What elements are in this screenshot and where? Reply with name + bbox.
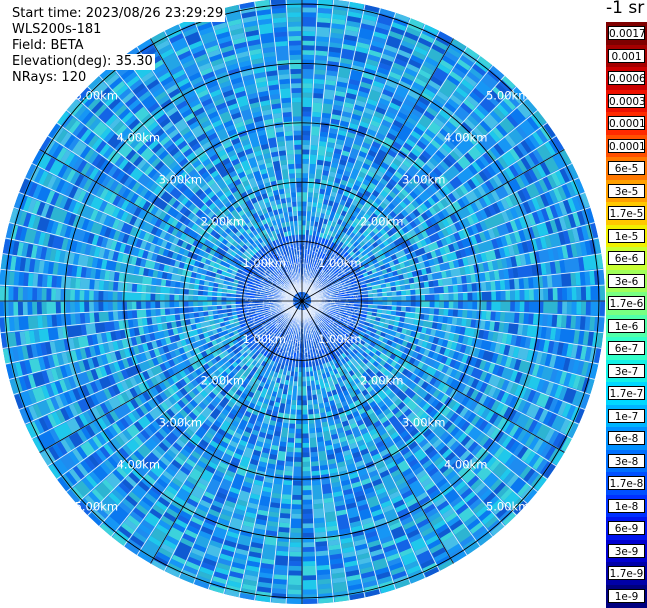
colorbar-tick-label: 1e-9	[608, 588, 645, 603]
range-ring-label: 5.00km	[486, 500, 529, 514]
colorbar-tick-label: 6e-5	[608, 161, 645, 176]
colorbar-tick-label: 1e-6	[608, 318, 645, 333]
colorbar-tick-label: 0.001	[608, 48, 645, 63]
scan-info-panel: Start time: 2023/08/26 23:29:29 WLS200s-…	[10, 6, 226, 86]
start-time-label: Start time: 2023/08/26 23:29:29	[10, 6, 226, 22]
colorbar-tick-label: 6e-7	[608, 341, 645, 356]
range-ring-label: 1.00km	[242, 332, 285, 346]
colorbar-tick-label: 3e-7	[608, 363, 645, 378]
colorbar-tick-label: 0.0003	[608, 93, 645, 108]
range-ring-label: 4.00km	[117, 130, 160, 144]
range-ring-label: 1.00km	[318, 256, 361, 270]
colorbar-tick-label: 0.0006	[608, 71, 645, 86]
range-ring-label: 4.00km	[117, 458, 160, 472]
colorbar-tick-label: 1.7e-7	[608, 386, 645, 401]
colorbar-tick-label: 1.7e-9	[608, 566, 645, 581]
colorbar-tick-label: 1.7e-6	[608, 296, 645, 311]
colorbar-tick-label: 3e-6	[608, 273, 645, 288]
range-ring-label: 5.00km	[486, 88, 529, 102]
colorbar-tick-label: 1e-5	[608, 228, 645, 243]
range-ring-label: 4.00km	[444, 130, 487, 144]
colorbar-tick-label: 3e-5	[608, 183, 645, 198]
range-ring-label: 3.00km	[402, 172, 445, 186]
colorbar-tick-label: 3e-9	[608, 543, 645, 558]
colorbar-tick-label: 0.00017	[608, 116, 645, 131]
colorbar: 0.0017 0.001 0.0006 0.0003 0.00017 0.0001 6e-5…	[606, 22, 647, 608]
range-ring-label: 3.00km	[402, 416, 445, 430]
elevation-label: Elevation(deg): 35.30	[10, 54, 155, 70]
range-ring-label: 3.00km	[159, 416, 202, 430]
range-ring-label: 2.00km	[201, 374, 244, 388]
device-label: WLS200s-181	[10, 22, 104, 38]
field-label: Field: BETA	[10, 38, 86, 54]
colorbar-tick-label: 3e-8	[608, 453, 645, 468]
colorbar-unit-label: -1 sr	[606, 0, 645, 18]
range-ring-label: 5.00km	[75, 500, 118, 514]
range-ring-label: 5.00km	[75, 88, 118, 102]
colorbar-tick-label: 1.7e-5	[608, 206, 645, 221]
colorbar-tick-label: 6e-9	[608, 521, 645, 536]
range-ring-label: 2.00km	[201, 214, 244, 228]
colorbar-tick-label: 6e-8	[608, 431, 645, 446]
colorbar-tick-label: 0.0001	[608, 138, 645, 153]
range-ring-label: 2.00km	[360, 374, 403, 388]
range-ring-label: 3.00km	[159, 172, 202, 186]
colorbar-tick-label: 1e-7	[608, 408, 645, 423]
colorbar-tick-label: 6e-6	[608, 251, 645, 266]
nrays-label: NRays: 120	[10, 70, 89, 86]
range-ring-label: 1.00km	[242, 256, 285, 270]
ppi-polar-plot[interactable]: 1.00km 1.00km 1.00km 1.00km 2.00km 2.00km 2.00…	[0, 0, 647, 607]
range-ring-label: 1.00km	[318, 332, 361, 346]
range-ring-label: 2.00km	[360, 214, 403, 228]
colorbar-tick-label: 1e-8	[608, 498, 645, 513]
colorbar-tick-label: 1.7e-8	[608, 476, 645, 491]
range-ring-label: 4.00km	[444, 458, 487, 472]
colorbar-tick-label: 0.0017	[608, 26, 645, 41]
